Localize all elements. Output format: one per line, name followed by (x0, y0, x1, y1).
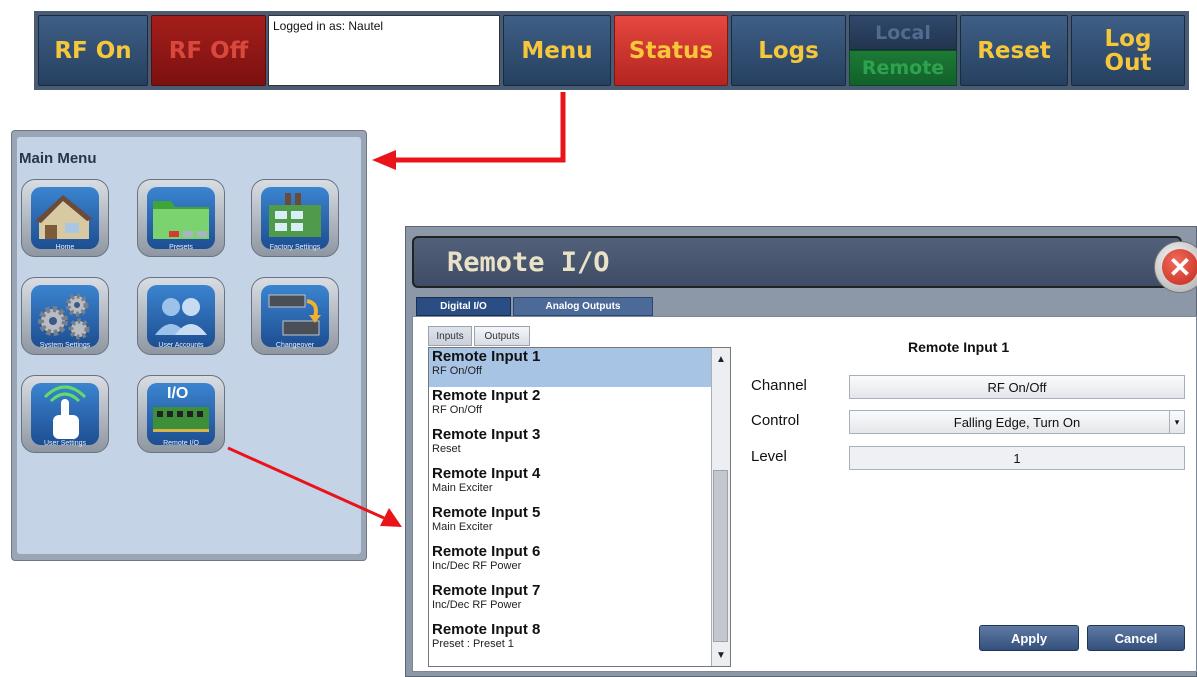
top-toolbar: RF On RF Off Logged in as: Nautel Menu S… (34, 11, 1189, 90)
menu-item-factory-label: Factory Settings (269, 244, 321, 251)
level-value: 1 (1013, 450, 1021, 466)
users-icon (147, 285, 215, 347)
level-field[interactable]: 1 (849, 446, 1185, 470)
main-menu-title: Main Menu (19, 150, 97, 167)
io-card-icon: I/O (147, 383, 215, 445)
rf-on-button[interactable]: RF On (38, 15, 148, 86)
remote-input-list: Remote Input 1 RF On/Off Remote Input 2 … (428, 347, 731, 667)
list-item-function: Inc/Dec RF Power (432, 560, 522, 572)
local-remote-toggle[interactable]: Local Remote (849, 15, 957, 86)
menu-to-mainmenu-arrow (394, 92, 566, 163)
control-dropdown[interactable]: Falling Edge, Turn On ▾ (849, 410, 1185, 434)
list-item-name: Remote Input 8 (432, 621, 541, 638)
menu-item-presets[interactable]: Presets (137, 179, 225, 257)
remote-io-dialog: Remote I/O ✕ Digital I/O Analog Outputs … (405, 226, 1197, 677)
channel-field[interactable]: RF On/Off (849, 375, 1185, 399)
close-button[interactable]: ✕ (1154, 241, 1197, 293)
list-item-function: Inc/Dec RF Power (432, 599, 522, 611)
list-item[interactable]: Remote Input 4 Main Exciter (429, 465, 730, 504)
log-out-line2: Out (1104, 49, 1152, 76)
subtab-inputs[interactable]: Inputs (428, 326, 472, 346)
menu-item-home-label: Home (55, 244, 75, 251)
list-scrollbar[interactable]: ▲ ▼ (711, 348, 730, 666)
login-status: Logged in as: Nautel (268, 15, 500, 86)
tab-analog-outputs[interactable]: Analog Outputs (513, 297, 653, 316)
local-indicator[interactable]: Local (849, 15, 957, 50)
scroll-up-icon[interactable]: ▲ (712, 350, 730, 368)
dialog-body: Inputs Outputs Remote Input 1 RF On/Off … (412, 316, 1197, 672)
list-item-function: RF On/Off (432, 404, 482, 416)
detail-heading: Remote Input 1 (908, 339, 1010, 355)
presets-folder-icon (147, 187, 215, 249)
channel-label: Channel (751, 377, 807, 394)
io-badge: I/O (167, 385, 189, 402)
remote-indicator[interactable]: Remote (849, 50, 957, 86)
level-label: Level (751, 448, 787, 465)
channel-value: RF On/Off (987, 379, 1047, 395)
control-label: Control (751, 412, 800, 429)
rf-off-button[interactable]: RF Off (151, 15, 266, 86)
list-item[interactable]: Remote Input 2 RF On/Off (429, 387, 730, 426)
log-out-button[interactable]: Log Out (1071, 15, 1185, 86)
apply-button[interactable]: Apply (979, 625, 1079, 651)
list-item-name: Remote Input 7 (432, 582, 541, 599)
gears-icon (31, 285, 99, 347)
menu-item-system-settings[interactable]: System Settings (21, 277, 109, 355)
list-item-name: Remote Input 5 (432, 504, 541, 521)
arrow-head-icon (372, 150, 396, 170)
menu-item-user-settings-label: User Settings (43, 440, 87, 447)
scroll-thumb[interactable] (713, 470, 728, 642)
list-item-name: Remote Input 3 (432, 426, 541, 443)
home-icon (31, 187, 99, 249)
menu-item-changeover[interactable]: Changeover (251, 277, 339, 355)
list-item-function: Main Exciter (432, 521, 493, 533)
menu-item-remote-io-label: Remote I/O (163, 440, 199, 447)
menu-item-system-label: System Settings (39, 342, 91, 349)
menu-item-user-settings[interactable]: User Settings (21, 375, 109, 453)
arrow-head-icon (380, 508, 402, 527)
list-item[interactable]: Remote Input 1 RF On/Off (429, 348, 730, 387)
list-item-function: Preset : Preset 1 (432, 638, 514, 650)
menu-item-user-accounts[interactable]: User Accounts (137, 277, 225, 355)
menu-item-changeover-label: Changeover (275, 342, 315, 349)
list-item[interactable]: Remote Input 6 Inc/Dec RF Power (429, 543, 730, 582)
cancel-button[interactable]: Cancel (1087, 625, 1185, 651)
list-item[interactable]: Remote Input 7 Inc/Dec RF Power (429, 582, 730, 621)
log-out-line1: Log (1104, 25, 1152, 52)
list-item-function: Main Exciter (432, 482, 493, 494)
main-menu-panel: Main Menu Home Presets Factory Settings … (11, 130, 367, 561)
list-item[interactable]: Remote Input 8 Preset : Preset 1 (429, 621, 730, 660)
chevron-down-icon[interactable]: ▾ (1169, 411, 1184, 433)
list-item-function: Reset (432, 443, 461, 455)
dialog-title: Remote I/O (447, 247, 610, 278)
list-item-name: Remote Input 1 (432, 348, 541, 365)
factory-icon (261, 187, 329, 249)
list-item-name: Remote Input 2 (432, 387, 541, 404)
menu-item-presets-label: Presets (169, 244, 193, 251)
tab-digital-io[interactable]: Digital I/O (416, 297, 511, 316)
touch-hand-icon (31, 383, 99, 445)
subtab-outputs[interactable]: Outputs (474, 326, 530, 346)
logs-button[interactable]: Logs (731, 15, 846, 86)
status-button[interactable]: Status (614, 15, 728, 86)
menu-item-factory-settings[interactable]: Factory Settings (251, 179, 339, 257)
dialog-header: Remote I/O (412, 236, 1182, 288)
reset-button[interactable]: Reset (960, 15, 1068, 86)
list-item[interactable]: Remote Input 3 Reset (429, 426, 730, 465)
list-item-function: RF On/Off (432, 365, 482, 377)
list-item-name: Remote Input 6 (432, 543, 541, 560)
menu-item-remote-io[interactable]: I/O Remote I/O (137, 375, 225, 453)
menu-item-home[interactable]: Home (21, 179, 109, 257)
list-item[interactable]: Remote Input 5 Main Exciter (429, 504, 730, 543)
scroll-down-icon[interactable]: ▼ (712, 646, 730, 664)
menu-button[interactable]: Menu (503, 15, 611, 86)
control-value: Falling Edge, Turn On (953, 414, 1081, 430)
close-icon: ✕ (1162, 249, 1197, 285)
changeover-icon (261, 285, 329, 347)
list-item-name: Remote Input 4 (432, 465, 541, 482)
main-menu-body: Main Menu Home Presets Factory Settings … (17, 137, 361, 554)
menu-item-users-label: User Accounts (158, 342, 204, 349)
